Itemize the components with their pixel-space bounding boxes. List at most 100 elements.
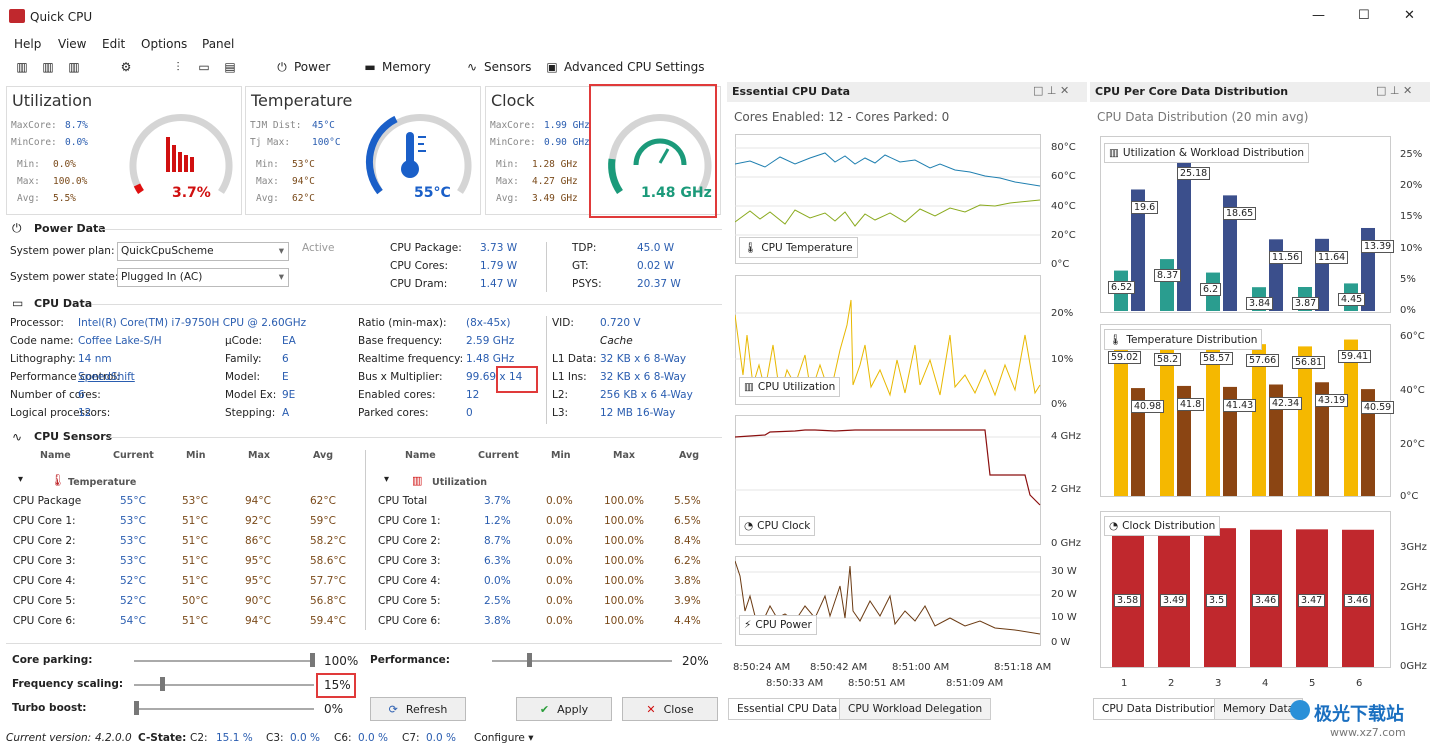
data-label: 41.43 — [1223, 398, 1257, 412]
menu-options[interactable]: Options — [141, 37, 187, 51]
power-state-dropdown[interactable]: Plugged In (AC) — [117, 268, 289, 287]
log-icon[interactable]: ▤ — [222, 60, 238, 74]
time-tick: 8:51:18 AM — [994, 662, 1052, 673]
menu-edit[interactable]: Edit — [102, 37, 125, 51]
chevron-down-icon[interactable]: ▾ — [18, 474, 23, 485]
table-cell: 3.8% — [484, 615, 511, 627]
close-window-button[interactable]: ✕ — [1404, 8, 1415, 23]
axis-tick: 10% — [1400, 243, 1423, 254]
performance-slider[interactable] — [492, 660, 672, 662]
power-plan-dropdown[interactable]: QuickCpuScheme — [117, 242, 289, 261]
data-label: 43.19 — [1315, 394, 1349, 408]
sensors-button[interactable]: ∿ Sensors — [464, 60, 531, 74]
mincore-label: MinCore: — [490, 137, 536, 148]
data-label: 11.56 — [1269, 251, 1303, 265]
cpu-cores-value: 1.79 W — [480, 260, 518, 272]
max-value: 4.27 GHz — [532, 176, 578, 187]
data-label: 40.59 — [1361, 401, 1395, 415]
minimize-button[interactable]: — — [1312, 8, 1325, 23]
menu-help[interactable]: Help — [14, 37, 41, 51]
table-cell: CPU Core 2: — [378, 535, 441, 547]
mincore-value: 0.0% — [65, 137, 88, 148]
tune-icon[interactable]: ⫶ — [170, 60, 186, 74]
axis-tick: 60°C — [1051, 171, 1076, 182]
axis-tick: 20% — [1400, 180, 1423, 191]
table-header: Avg — [313, 450, 334, 461]
refresh-button[interactable]: ⟳ Refresh — [370, 697, 466, 721]
chart-icon-3[interactable]: ▥ — [66, 60, 82, 74]
chart-icon-2[interactable]: ▥ — [40, 60, 56, 74]
axis-tick: 0 W — [1051, 637, 1071, 648]
tjm-label: TJM Dist: — [250, 120, 302, 131]
cpu-data-value: EA — [282, 335, 296, 347]
cpu-data-value[interactable]: SpeedShift — [78, 371, 135, 383]
power-button[interactable]: ⏻ Power — [274, 60, 330, 74]
apply-button[interactable]: ✔ Apply — [516, 697, 612, 721]
power-plan-label: System power plan: — [10, 245, 115, 257]
bar — [1114, 340, 1128, 496]
core-parking-value: 100% — [324, 654, 359, 668]
chart-title: Clock Distribution — [1122, 520, 1216, 532]
frequency-scaling-thumb[interactable] — [160, 677, 166, 691]
core-tick: 5 — [1309, 678, 1316, 689]
utilization-group-label: Utilization — [432, 477, 488, 488]
app-icon — [9, 9, 25, 23]
advanced-settings-button[interactable]: ▣ Advanced CPU Settings — [544, 60, 704, 74]
chevron-down-icon[interactable]: ▾ — [384, 474, 389, 485]
distribution-panel-title: CPU Per Core Data Distribution — [1095, 85, 1289, 98]
cpu-data-label: L1 Data: — [552, 353, 597, 365]
tab-label: CPU Workload Delegation — [848, 703, 983, 715]
cpu-data-value: 32 KB x 6 8-Way — [600, 371, 687, 383]
axis-tick: 2GHz — [1400, 582, 1427, 593]
monitor-icon: ▭ — [12, 296, 24, 310]
table-header: Avg — [679, 450, 700, 461]
avg-label: Avg: — [496, 193, 519, 204]
configure-dropdown[interactable]: Configure ▾ — [474, 732, 534, 744]
tab-cpu-data-distribution[interactable]: CPU Data Distribution — [1093, 698, 1226, 720]
power-icon: ⏻ — [277, 60, 287, 74]
chart-icon-1[interactable]: ▥ — [14, 60, 30, 74]
tdp-label: TDP: — [572, 242, 597, 254]
table-cell: 5.5% — [674, 495, 701, 507]
table-cell: 51°C — [182, 515, 208, 527]
table-cell: 0.0% — [546, 535, 573, 547]
table-cell: CPU Core 5: — [378, 595, 441, 607]
panel-pin-icons[interactable]: □ ⊥ ✕ — [1376, 84, 1412, 97]
performance-thumb[interactable] — [527, 653, 533, 667]
tab-essential-cpu-data[interactable]: Essential CPU Data — [728, 698, 847, 720]
cpu-data-label: Logical processors: — [10, 407, 111, 419]
message-icon[interactable]: ▭ — [196, 60, 212, 74]
cpu-temperature-label: 🌡 CPU Temperature — [739, 237, 858, 258]
menu-view[interactable]: View — [58, 37, 86, 51]
gear-icon[interactable]: ⚙ — [118, 60, 134, 74]
core-parking-thumb[interactable] — [310, 653, 315, 667]
close-icon: ✕ — [646, 702, 656, 716]
menu-bar: Help View Edit Options Panel — [0, 34, 1430, 54]
menu-panel[interactable]: Panel — [202, 37, 234, 51]
divider — [110, 437, 722, 438]
cpu-temperature-icon: 🌡 — [744, 242, 758, 254]
table-cell: CPU Core 5: — [13, 595, 76, 607]
close-button[interactable]: ✕ Close — [622, 697, 718, 721]
turbo-boost-label: Turbo boost: — [12, 702, 87, 714]
maxcore-label: MaxCore: — [11, 120, 57, 131]
table-header: Current — [113, 450, 154, 461]
axis-tick: 4 GHz — [1051, 431, 1082, 442]
panel-pin-icons[interactable]: □ ⊥ ✕ — [1033, 84, 1069, 97]
table-cell: 0.0% — [546, 575, 573, 587]
chart-icon: ▥ — [1109, 147, 1119, 159]
turbo-boost-thumb[interactable] — [134, 701, 139, 715]
bar — [1206, 341, 1220, 496]
table-cell: 53°C — [182, 495, 208, 507]
table-cell: 51°C — [182, 615, 208, 627]
power-data-icon: ⏻ — [12, 221, 22, 235]
table-cell: 0.0% — [546, 595, 573, 607]
core-parking-slider[interactable] — [134, 660, 314, 662]
turbo-boost-slider[interactable] — [134, 708, 314, 710]
maximize-button[interactable]: ☐ — [1358, 8, 1370, 23]
table-cell: 52°C — [120, 575, 146, 587]
axis-tick: 40°C — [1400, 385, 1425, 396]
tab-cpu-workload-delegation[interactable]: CPU Workload Delegation — [839, 698, 992, 720]
memory-button[interactable]: ▬ Memory — [362, 60, 430, 74]
c7-label: C7: — [402, 732, 420, 744]
